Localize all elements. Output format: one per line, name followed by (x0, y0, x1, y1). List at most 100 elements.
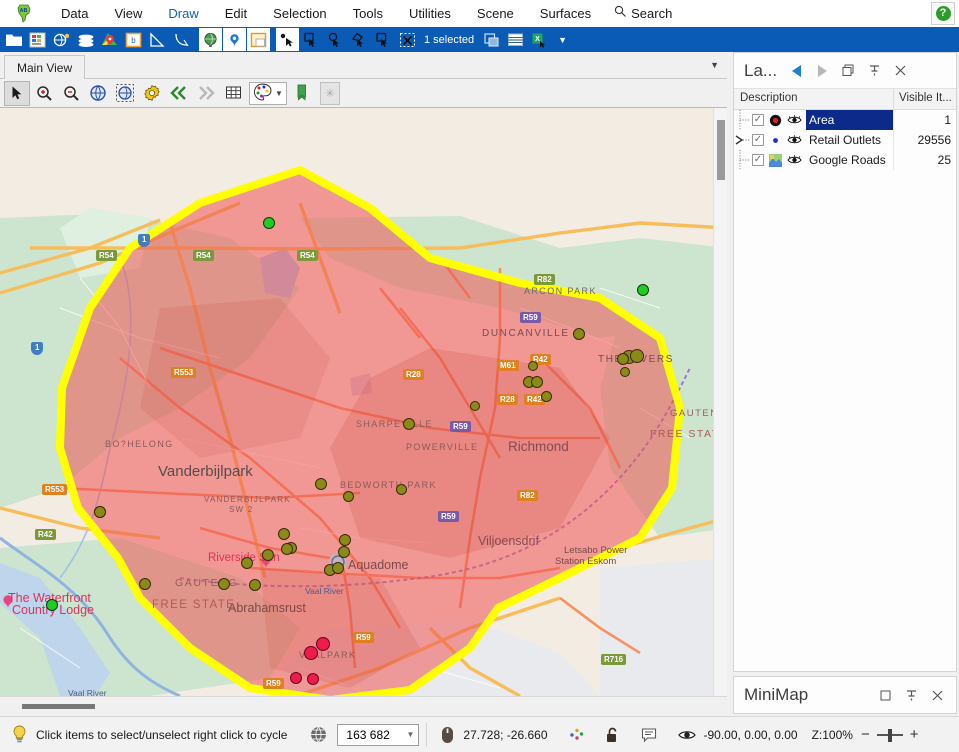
expand-arrow-icon[interactable] (734, 130, 752, 150)
map-point-marker[interactable] (332, 562, 344, 574)
measure-angle-icon[interactable] (146, 28, 169, 51)
menu-item-utilities[interactable]: Utilities (396, 0, 464, 27)
map-point-marker[interactable] (338, 546, 350, 558)
comment-icon[interactable] (636, 727, 662, 743)
map-marker-icon[interactable] (98, 28, 121, 51)
menu-item-edit[interactable]: Edit (212, 0, 260, 27)
tab-overflow-chevron-down-icon[interactable]: ▼ (710, 60, 719, 70)
zoom-out-icon[interactable] (58, 81, 84, 106)
close-icon[interactable] (924, 682, 950, 708)
open-folder-icon[interactable] (2, 28, 25, 51)
zoom-slider-track[interactable] (876, 728, 903, 742)
scatter-points-icon[interactable] (564, 726, 590, 743)
restore-window-icon[interactable] (835, 58, 861, 84)
color-picker-combo[interactable]: ▼ (249, 81, 287, 105)
menu-search-button[interactable]: Search (604, 0, 682, 27)
maximize-icon[interactable] (872, 682, 898, 708)
table-selection-icon[interactable] (504, 28, 527, 51)
globe-wire-icon[interactable] (305, 725, 331, 744)
pin-icon[interactable] (898, 682, 924, 708)
map-point-marker[interactable] (307, 673, 319, 685)
menu-item-tools[interactable]: Tools (340, 0, 396, 27)
pin-icon[interactable] (223, 28, 246, 51)
map-point-marker[interactable] (403, 418, 415, 430)
map-point-marker[interactable] (46, 599, 58, 611)
menu-item-data[interactable]: Data (48, 0, 101, 27)
map-point-marker[interactable] (528, 361, 538, 371)
globe-icon[interactable] (199, 28, 222, 51)
globe-zoom-selected-icon[interactable] (112, 81, 138, 106)
ribbon-overflow-icon[interactable]: ▼ (558, 35, 567, 45)
map-horizontal-scroll-thumb[interactable] (22, 704, 95, 709)
map-scale-combo[interactable]: 163 682 ▼ (337, 723, 420, 746)
select-point-icon[interactable] (276, 28, 299, 51)
eye-icon[interactable] (674, 728, 700, 742)
menu-item-scene[interactable]: Scene (464, 0, 527, 27)
map-point-marker[interactable] (94, 506, 106, 518)
map-point-marker[interactable] (262, 549, 274, 561)
select-circle-icon[interactable] (324, 28, 347, 51)
arrow-pointer-icon[interactable] (4, 80, 30, 106)
map-scale-chevron-down-icon[interactable]: ▼ (407, 730, 415, 739)
pin-icon[interactable] (861, 58, 887, 84)
layer-visibility-checkbox[interactable]: ✓ (752, 134, 764, 146)
layer-visibility-checkbox[interactable]: ✓ (752, 114, 764, 126)
forward-arrow-icon[interactable] (809, 58, 835, 84)
map-point-marker[interactable] (218, 578, 230, 590)
map-horizontal-scrollbar[interactable] (0, 696, 727, 715)
map-point-marker[interactable] (139, 578, 151, 590)
map-point-marker[interactable] (290, 672, 302, 684)
map-point-marker[interactable] (620, 367, 630, 377)
export-excel-icon[interactable]: X (528, 28, 551, 51)
grid-icon[interactable] (220, 81, 246, 106)
map-point-marker[interactable] (278, 528, 290, 540)
menu-item-draw[interactable]: Draw (155, 0, 211, 27)
map-point-marker[interactable] (470, 401, 480, 411)
map-point-marker[interactable] (281, 543, 293, 555)
green-flag-icon[interactable] (289, 81, 315, 106)
unlocked-padlock-icon[interactable] (600, 726, 626, 744)
data-table-icon[interactable] (26, 28, 49, 51)
curve-tool-icon[interactable] (170, 28, 193, 51)
zoom-slider-handle[interactable] (887, 728, 892, 742)
map-point-marker[interactable] (315, 478, 327, 490)
map-vertical-scroll-thumb[interactable] (717, 120, 725, 180)
map-point-marker[interactable] (339, 534, 351, 546)
eye-visible-icon[interactable] (786, 114, 802, 126)
map-point-marker[interactable] (637, 284, 649, 296)
zoom-in-icon[interactable] (31, 81, 57, 106)
select-rectangle-icon[interactable] (300, 28, 323, 51)
window-icon[interactable] (247, 28, 270, 51)
help-button[interactable]: ? (931, 2, 955, 25)
forward-icon[interactable] (193, 81, 219, 106)
layer-name[interactable]: Google Roads (806, 150, 894, 170)
table-row[interactable]: ✓ Retail Outlets 29556 (734, 130, 956, 150)
zoom-in-button[interactable]: + (910, 726, 919, 743)
app-logo-button[interactable]: AB (0, 0, 48, 27)
zoom-slider-control[interactable]: − + (861, 726, 919, 743)
menu-item-view[interactable]: View (101, 0, 155, 27)
map-vertical-scrollbar[interactable] (713, 108, 727, 696)
map-point-marker[interactable] (316, 637, 330, 651)
eye-visible-icon[interactable] (786, 154, 802, 166)
select-polygon-icon[interactable] (348, 28, 371, 51)
clear-selection-icon[interactable] (396, 28, 419, 51)
map-point-marker[interactable] (395, 483, 407, 495)
zoom-out-button[interactable]: − (861, 726, 870, 743)
copy-selection-icon[interactable] (480, 28, 503, 51)
map-point-marker[interactable] (531, 376, 543, 388)
rewind-icon[interactable] (166, 81, 192, 106)
map-point-marker[interactable] (617, 353, 629, 365)
map-point-marker[interactable] (342, 490, 354, 502)
map-point-marker[interactable] (241, 557, 253, 569)
layer-name[interactable]: Area (806, 110, 894, 130)
map-point-marker[interactable] (540, 390, 552, 402)
table-row[interactable]: ✓ Area 1 (734, 110, 956, 130)
layer-visibility-checkbox[interactable]: ✓ (752, 154, 764, 166)
menu-item-selection[interactable]: Selection (260, 0, 339, 27)
map-canvas[interactable]: Vanderbijlpark Richmond Viljoensdrif Aquado… (0, 108, 727, 696)
map-point-marker[interactable] (573, 328, 585, 340)
menu-item-surfaces[interactable]: Surfaces (527, 0, 604, 27)
boundary-icon[interactable]: b (122, 28, 145, 51)
back-arrow-icon[interactable] (783, 58, 809, 84)
